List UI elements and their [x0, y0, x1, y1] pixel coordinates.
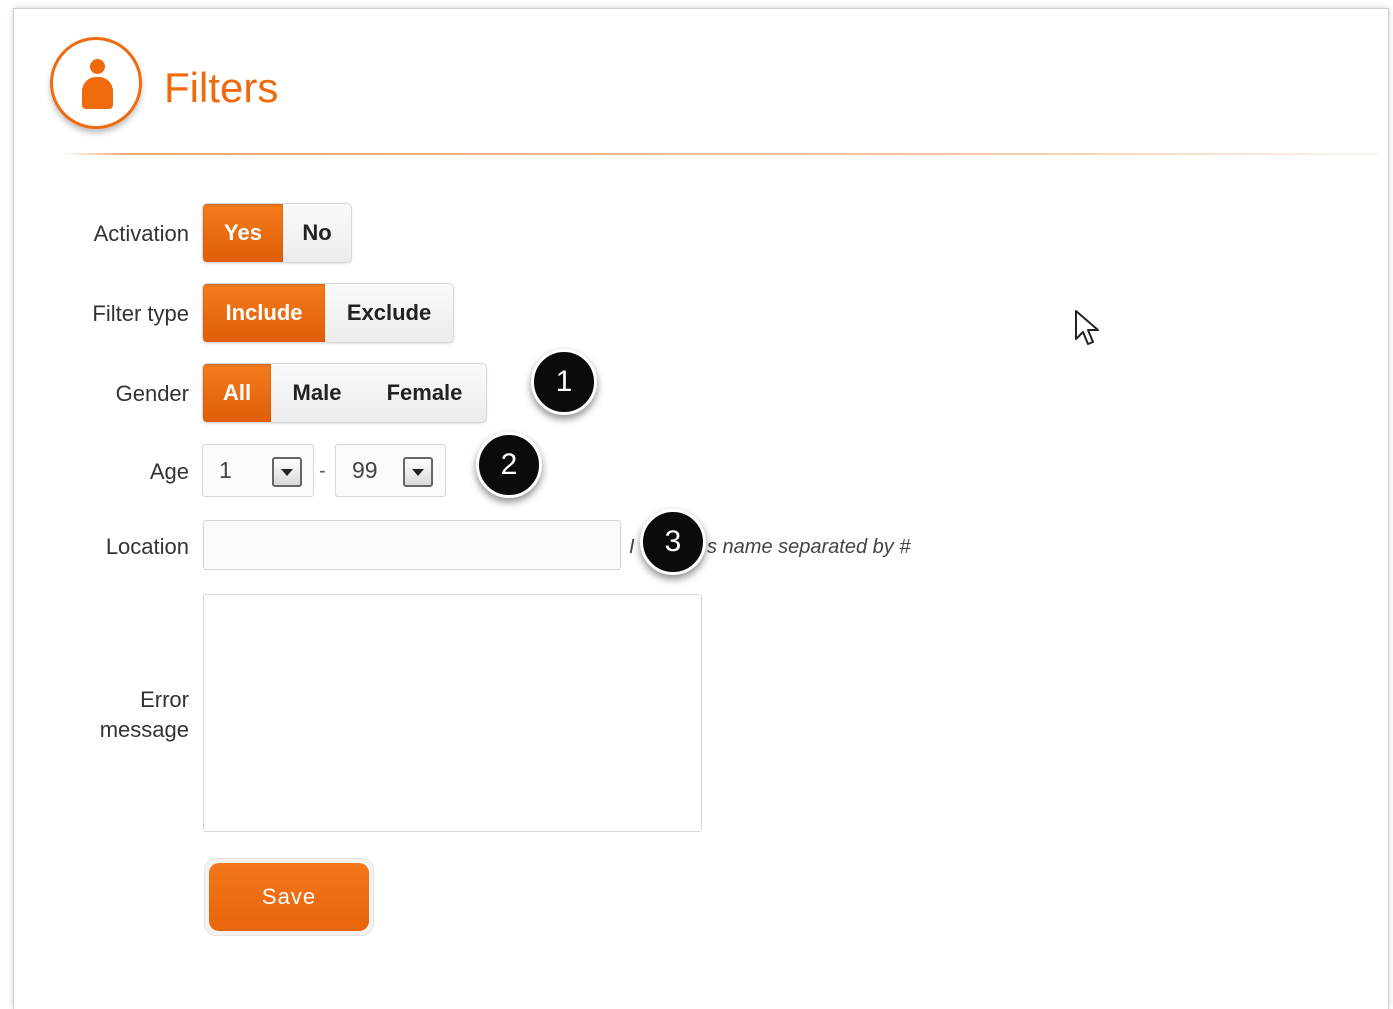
location-hint-text: s name separated by # [707, 536, 911, 558]
callout-marker-3: 3 [640, 509, 706, 575]
filter-type-exclude-button[interactable]: Exclude [325, 284, 453, 342]
error-message-label-line2: message [99, 717, 189, 742]
chevron-down-icon[interactable] [403, 457, 433, 487]
mouse-pointer-icon [1075, 310, 1099, 345]
age-label: Age [149, 459, 189, 484]
gender-toggle: All Male Female [202, 363, 487, 423]
age-min-select[interactable]: 1 [202, 444, 314, 497]
error-message-textarea[interactable] [203, 594, 702, 832]
age-max-value: 99 [352, 457, 378, 483]
gender-all-button[interactable]: All [203, 364, 271, 422]
location-input[interactable] [203, 520, 621, 570]
callout-marker-1: 1 [531, 349, 597, 415]
activation-yes-button[interactable]: Yes [203, 204, 283, 262]
filter-type-toggle: Include Exclude [202, 283, 454, 343]
location-label: Location [105, 534, 189, 559]
age-min-value: 1 [219, 457, 232, 483]
error-message-label: Error message [100, 685, 189, 745]
page-title: Filters [164, 64, 279, 111]
gender-label: Gender [115, 381, 189, 406]
age-separator: - [319, 460, 326, 482]
filter-type-include-button[interactable]: Include [203, 284, 325, 342]
callout-marker-2: 2 [476, 432, 542, 498]
activation-toggle: Yes No [202, 203, 352, 263]
header-divider [62, 153, 1378, 155]
filter-type-label: Filter type [92, 301, 189, 326]
gender-male-button[interactable]: Male [271, 364, 363, 422]
error-message-label-line1: Error [140, 687, 189, 712]
age-max-select[interactable]: 99 [335, 444, 446, 497]
gender-female-button[interactable]: Female [363, 364, 486, 422]
activation-no-button[interactable]: No [283, 204, 351, 262]
save-button[interactable]: Save [209, 863, 369, 931]
person-head-shape [90, 59, 105, 74]
person-body-shape [82, 77, 113, 109]
activation-label: Activation [93, 221, 189, 246]
person-icon [50, 37, 142, 129]
chevron-down-icon[interactable] [272, 457, 302, 487]
